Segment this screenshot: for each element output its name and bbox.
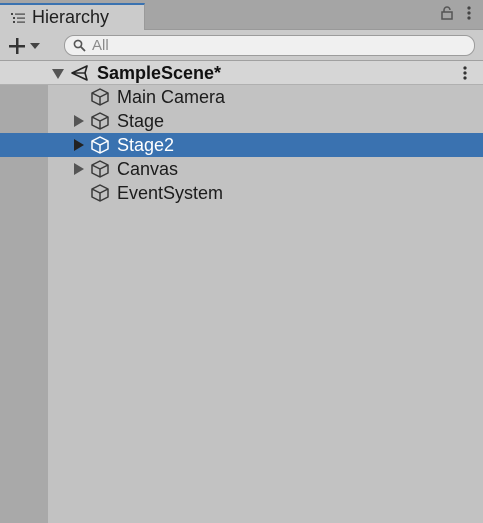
- hierarchy-item-label: EventSystem: [117, 183, 224, 203]
- unity-scene-icon: [71, 65, 88, 81]
- tab-bar: Hierarchy: [0, 0, 483, 30]
- gameobject-cube-icon: [91, 136, 109, 154]
- create-button[interactable]: [8, 36, 48, 56]
- hierarchy-item[interactable]: Main Camera: [0, 85, 483, 109]
- chevron-down-icon: [30, 43, 40, 49]
- toolbar: [0, 30, 483, 61]
- hierarchy-item[interactable]: Stage2: [0, 133, 483, 157]
- tab-title: Hierarchy: [32, 7, 110, 27]
- hierarchy-item[interactable]: EventSystem: [0, 181, 483, 205]
- search-field[interactable]: [64, 35, 475, 56]
- scene-menu-icon[interactable]: [463, 66, 467, 80]
- scene-name: SampleScene*: [97, 63, 222, 83]
- expand-arrow-icon[interactable]: [73, 139, 85, 151]
- hierarchy-item-label: Stage: [117, 111, 165, 131]
- kebab-menu-icon[interactable]: [467, 6, 471, 20]
- gameobject-cube-icon: [91, 112, 109, 130]
- gameobject-cube-icon: [91, 88, 109, 106]
- expand-arrow-icon[interactable]: [73, 115, 85, 127]
- hierarchy-item[interactable]: Stage: [0, 109, 483, 133]
- gameobject-cube-icon: [91, 160, 109, 178]
- expand-arrow-icon[interactable]: [52, 68, 64, 80]
- gameobject-cube-icon: [91, 184, 109, 202]
- hierarchy-item-label: Canvas: [117, 159, 179, 179]
- hierarchy-item-label: Stage2: [117, 135, 175, 155]
- lock-icon[interactable]: [441, 6, 453, 20]
- hierarchy-item-label: Main Camera: [117, 87, 226, 107]
- expand-arrow-icon[interactable]: [73, 163, 85, 175]
- hierarchy-item[interactable]: Canvas: [0, 157, 483, 181]
- plus-icon: [9, 38, 25, 54]
- scene-header[interactable]: SampleScene*: [0, 61, 483, 85]
- search-icon: [73, 39, 86, 52]
- search-input[interactable]: [92, 37, 472, 54]
- hierarchy-list-icon: [11, 12, 25, 23]
- tab-hierarchy[interactable]: Hierarchy: [0, 3, 145, 30]
